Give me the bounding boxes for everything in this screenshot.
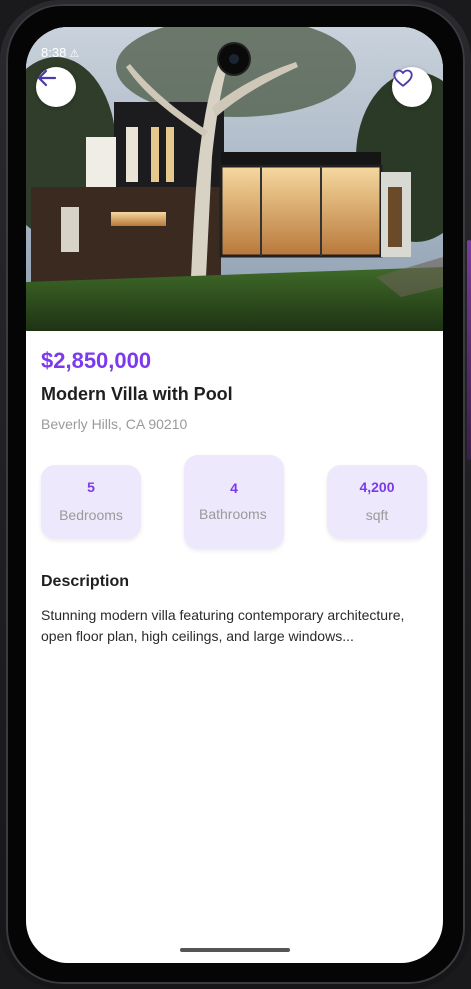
listing-title: Modern Villa with Pool bbox=[41, 384, 233, 404]
back-button[interactable] bbox=[36, 67, 76, 107]
arrow-left-icon bbox=[37, 69, 57, 87]
description-text: Stunning modern villa featuring contempo… bbox=[41, 607, 405, 644]
listing-address: Beverly Hills, CA 90210 bbox=[41, 416, 188, 432]
area-label: sqft bbox=[365, 507, 389, 523]
bedrooms-label: Bedrooms bbox=[59, 507, 123, 523]
property-hero-image: 8:38 ⚠ bbox=[26, 27, 443, 331]
bedrooms-value: 5 bbox=[87, 479, 95, 495]
warning-icon: ⚠ bbox=[69, 48, 80, 60]
bedrooms-stat-card: 5 Bedrooms bbox=[41, 465, 141, 539]
device-side-accent bbox=[467, 240, 471, 460]
app-screen: 8:38 ⚠ $2,850,000 Modern Villa with Pool … bbox=[26, 27, 443, 963]
front-camera bbox=[219, 44, 249, 74]
bathrooms-label: Bathrooms bbox=[199, 506, 267, 522]
status-bar: 8:38 ⚠ bbox=[41, 45, 79, 60]
favorite-button[interactable] bbox=[392, 67, 432, 107]
heart-outline-icon bbox=[393, 69, 413, 87]
bathrooms-value: 4 bbox=[230, 480, 238, 496]
listing-price: $2,850,000 bbox=[41, 348, 152, 373]
bathrooms-stat-card: 4 Bathrooms bbox=[184, 455, 284, 549]
area-stat-card: 4,200 sqft bbox=[327, 465, 427, 539]
device-frame: 8:38 ⚠ $2,850,000 Modern Villa with Pool … bbox=[0, 0, 471, 989]
description-heading: Description bbox=[41, 573, 130, 590]
status-time: 8:38 bbox=[41, 45, 67, 60]
home-indicator[interactable] bbox=[180, 948, 290, 952]
area-value: 4,200 bbox=[359, 479, 395, 495]
